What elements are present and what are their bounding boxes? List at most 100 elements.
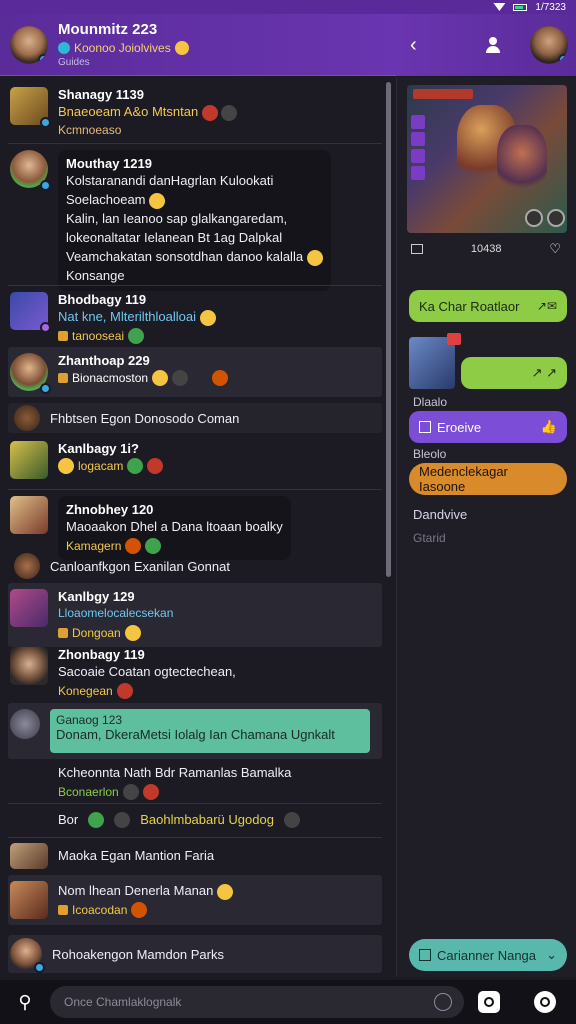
- status-bar: 1/7323: [0, 0, 576, 14]
- heart-icon[interactable]: ♡: [549, 241, 561, 257]
- chevron-left-icon[interactable]: ‹: [410, 34, 417, 57]
- avatar: [10, 842, 48, 869]
- chat-subtitle-2: Guides: [58, 57, 90, 68]
- sender-name: Zhnobhey 120: [66, 502, 154, 517]
- list-item[interactable]: Ganaog 123 Donam, DkeraMetsi Iolalg Ian …: [8, 703, 382, 759]
- scrollbar[interactable]: [386, 82, 391, 577]
- wifi-icon: [493, 3, 506, 11]
- receive-pill[interactable]: Eroeive 👍: [409, 411, 567, 443]
- message-text: Lloaomelocalecsekan: [58, 606, 174, 620]
- hud-skills: [411, 115, 425, 195]
- search-icon[interactable]: ⚲: [10, 987, 40, 1017]
- emoji-icon: [221, 104, 238, 121]
- compass-icon[interactable]: [434, 993, 452, 1011]
- chat-app: 1/7323 Mounmitz 223 Koonoo Joiolvives Gu…: [0, 0, 576, 1024]
- smile-emoji-icon: [124, 625, 141, 641]
- message-subtext: Dongoan: [72, 626, 121, 640]
- list-item[interactable]: Shanagy 1139 Bnaeoeam A&o Mtsntan Kcmnoe…: [8, 81, 382, 143]
- chat-header: Mounmitz 223 Koonoo Joiolvives Guides: [0, 14, 396, 76]
- sender-name: Bhodbagy 119: [58, 292, 147, 307]
- sender-name: Kanlbgy 129: [58, 589, 135, 604]
- share-icon: ↗ ↗: [461, 357, 567, 389]
- message-text: Canloanfkgon Exanilan Gonnat: [50, 558, 230, 574]
- list-item[interactable]: Kcheonnta Nath Bdr Ramanlas Bamalka Bcon…: [8, 757, 382, 806]
- side-label: Dlaalo: [413, 395, 448, 409]
- smile-emoji-icon: [306, 249, 323, 266]
- avatar: [10, 353, 51, 394]
- smile-emoji-icon: [217, 883, 233, 900]
- list-item[interactable]: Nom lhean Denerla Manan Icoacodan: [8, 875, 382, 925]
- pill-label: Eroeive: [437, 419, 482, 435]
- reply-pill[interactable]: Ka Char Roatlaor ↗✉: [409, 290, 567, 322]
- profile-avatar[interactable]: [529, 26, 568, 64]
- hud-topbar: [413, 89, 473, 99]
- thumbnail-bar: 10438 ♡: [411, 237, 561, 261]
- box-icon: [419, 421, 431, 433]
- chat-list[interactable]: Shanagy 1139 Bnaeoeam A&o Mtsntan Kcmnoe…: [0, 77, 396, 977]
- user-icon[interactable]: [485, 37, 501, 53]
- message-subtext: logacam: [78, 459, 124, 473]
- avatar: [10, 496, 48, 534]
- list-item[interactable]: Fhbtsen Egon Donosodo Coman: [8, 403, 382, 433]
- message-subtext: Bconaerlon: [58, 785, 119, 799]
- side-label: Gtarid: [413, 531, 446, 545]
- channel-pill[interactable]: Carianner Nanga ⌄: [409, 939, 567, 971]
- expand-icon[interactable]: [411, 244, 423, 254]
- sender-name: Ganaog 123: [56, 713, 123, 727]
- list-item[interactable]: Zhanthoap 229 Bionacmoston: [8, 347, 382, 397]
- avatar: [10, 647, 48, 685]
- media-reply[interactable]: ↗ ↗: [409, 333, 567, 389]
- message-line: Konsange: [66, 268, 125, 283]
- pill-label: Medenclekagar Iasoone: [419, 464, 508, 494]
- message-input[interactable]: Once Chamlaklognalk: [50, 986, 464, 1018]
- game-thumbnail[interactable]: [407, 85, 567, 233]
- avatar: [10, 589, 48, 627]
- message-subtext: tanooseai: [72, 329, 125, 343]
- smile-emoji-icon: [58, 458, 74, 474]
- list-item[interactable]: Rohoakengon Mamdon Parks: [8, 935, 382, 973]
- avatar: [10, 150, 51, 191]
- message-text: Kcheonnta Nath Bdr Ramanlas Bamalka: [58, 765, 292, 780]
- side-panel: 10438 ♡ Ka Char Roatlaor ↗✉ ↗ ↗ Dlaalo E…: [396, 77, 576, 977]
- media-thumb: [409, 333, 461, 389]
- avatar: [14, 405, 40, 431]
- record-button[interactable]: [530, 987, 560, 1017]
- highlight-text: Baohlmbabarü Ugodog: [140, 812, 274, 827]
- status-dot-icon: [58, 42, 70, 54]
- side-label: Bleolo: [413, 447, 447, 461]
- chevron-down-icon: ⌄: [546, 947, 557, 962]
- emoji-icon: [122, 784, 139, 800]
- list-item[interactable]: Kanlbagy 1i? logacam: [8, 435, 382, 485]
- list-item[interactable]: Mouthay 1219 Kolstaranandi danHagrlan Ku…: [8, 143, 382, 297]
- pill-label: Carianner Nanga: [437, 947, 537, 963]
- message-line: Maoaakon Dhel a Dana ltoaan boalky: [66, 519, 283, 534]
- sender-name: Nom lhean Denerla Manan: [58, 883, 214, 898]
- avatar: [14, 553, 40, 579]
- emoji-icon: [114, 811, 131, 828]
- message-text: Bnaeoeam A&o Mtsntan: [58, 104, 199, 119]
- message-line: Soelachoeam: [66, 192, 146, 207]
- list-item[interactable]: Maoka Egan Mantion Faria: [8, 837, 382, 873]
- list-item[interactable]: Canloanfkgon Exanilan Gonnat: [8, 551, 382, 581]
- tag-icon: [58, 373, 68, 383]
- smile-emoji-icon: [149, 192, 166, 209]
- composer-bar: ⚲ Once Chamlaklognalk: [0, 980, 576, 1024]
- list-item[interactable]: Zhonbagy 119 Sacoaie Coatan ogtectechean…: [8, 641, 382, 705]
- camera-button[interactable]: [474, 987, 504, 1017]
- message-text: Donam, DkeraMetsi Iolalg Ian Chamana Ugn…: [56, 727, 335, 742]
- action-pill[interactable]: Medenclekagar Iasoone: [409, 463, 567, 495]
- list-item[interactable]: Kanlbgy 129 Lloaomelocalecsekan Dongoan: [8, 583, 382, 647]
- list-item[interactable]: Bor Baohlmbabarü Ugodog: [8, 803, 382, 835]
- sender-name: Kanlbagy 1i?: [58, 441, 139, 456]
- smile-emoji-icon: [199, 309, 216, 326]
- emoji-icon: [128, 328, 145, 344]
- message-text: Bor: [58, 812, 79, 827]
- header-avatar[interactable]: [10, 25, 48, 64]
- message-line: lokeonaltatar Ielanean Bt 1ag Dalpkal: [66, 230, 283, 245]
- tag-icon: [58, 905, 68, 915]
- list-item[interactable]: Bhodbagy 119 Nat kne, Mlterilthloalloai …: [8, 285, 382, 350]
- message-text: Sacoaie Coatan ogtectechean,: [58, 664, 236, 679]
- emoji-icon: [131, 902, 148, 918]
- message-subtext: Icoacodan: [72, 903, 128, 917]
- smile-emoji-icon: [152, 370, 169, 386]
